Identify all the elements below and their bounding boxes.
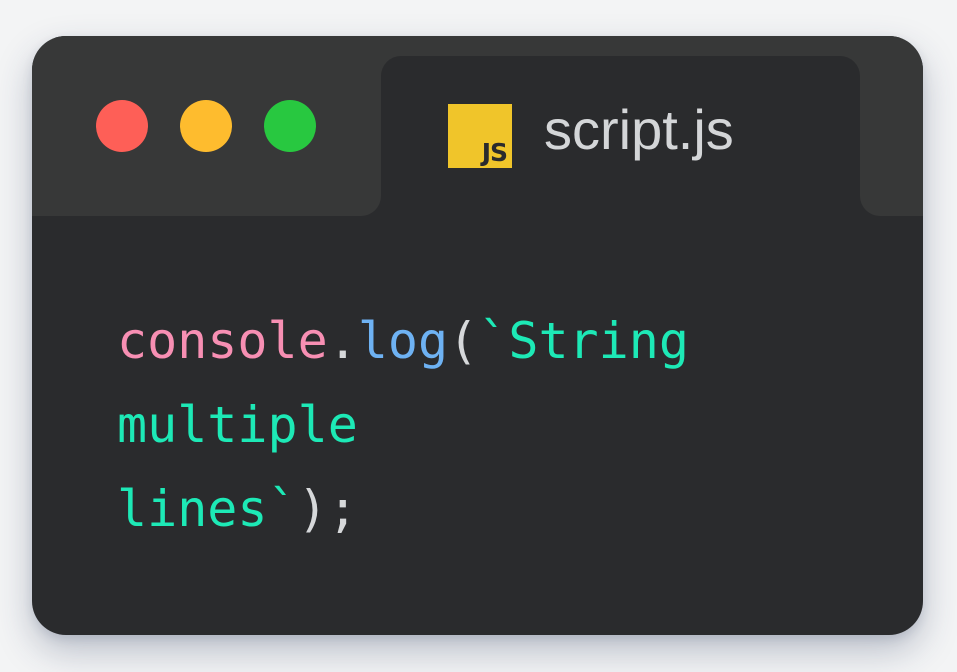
code-editor: console.log(`String multiple lines`); [117,299,689,551]
javascript-file-icon-label: JS [481,138,508,167]
code-token-punctuation: . [327,312,358,370]
code-window: JS script.js console.log(`String multiple… [32,36,923,635]
code-token-identifier: console [117,312,328,370]
tab-title: script.js [544,98,734,161]
javascript-file-icon: JS [448,104,512,168]
maximize-button[interactable] [264,100,316,152]
tab-corner-right [860,196,880,216]
code-token-method: log [357,312,449,370]
close-button[interactable] [96,100,148,152]
code-line: multiple [117,383,689,467]
title-bar: JS script.js [32,36,923,216]
tab-script-js[interactable]: JS script.js [381,56,860,216]
code-token-string: `String [478,312,689,370]
tab-corner-left [361,196,381,216]
code-line: lines`); [117,467,689,551]
code-token-string: lines` [117,480,298,538]
code-token-string: multiple [117,396,358,454]
code-token-punctuation: ); [297,480,358,538]
code-token-punctuation: ( [448,312,479,370]
code-line: console.log(`String [117,299,689,383]
minimize-button[interactable] [180,100,232,152]
